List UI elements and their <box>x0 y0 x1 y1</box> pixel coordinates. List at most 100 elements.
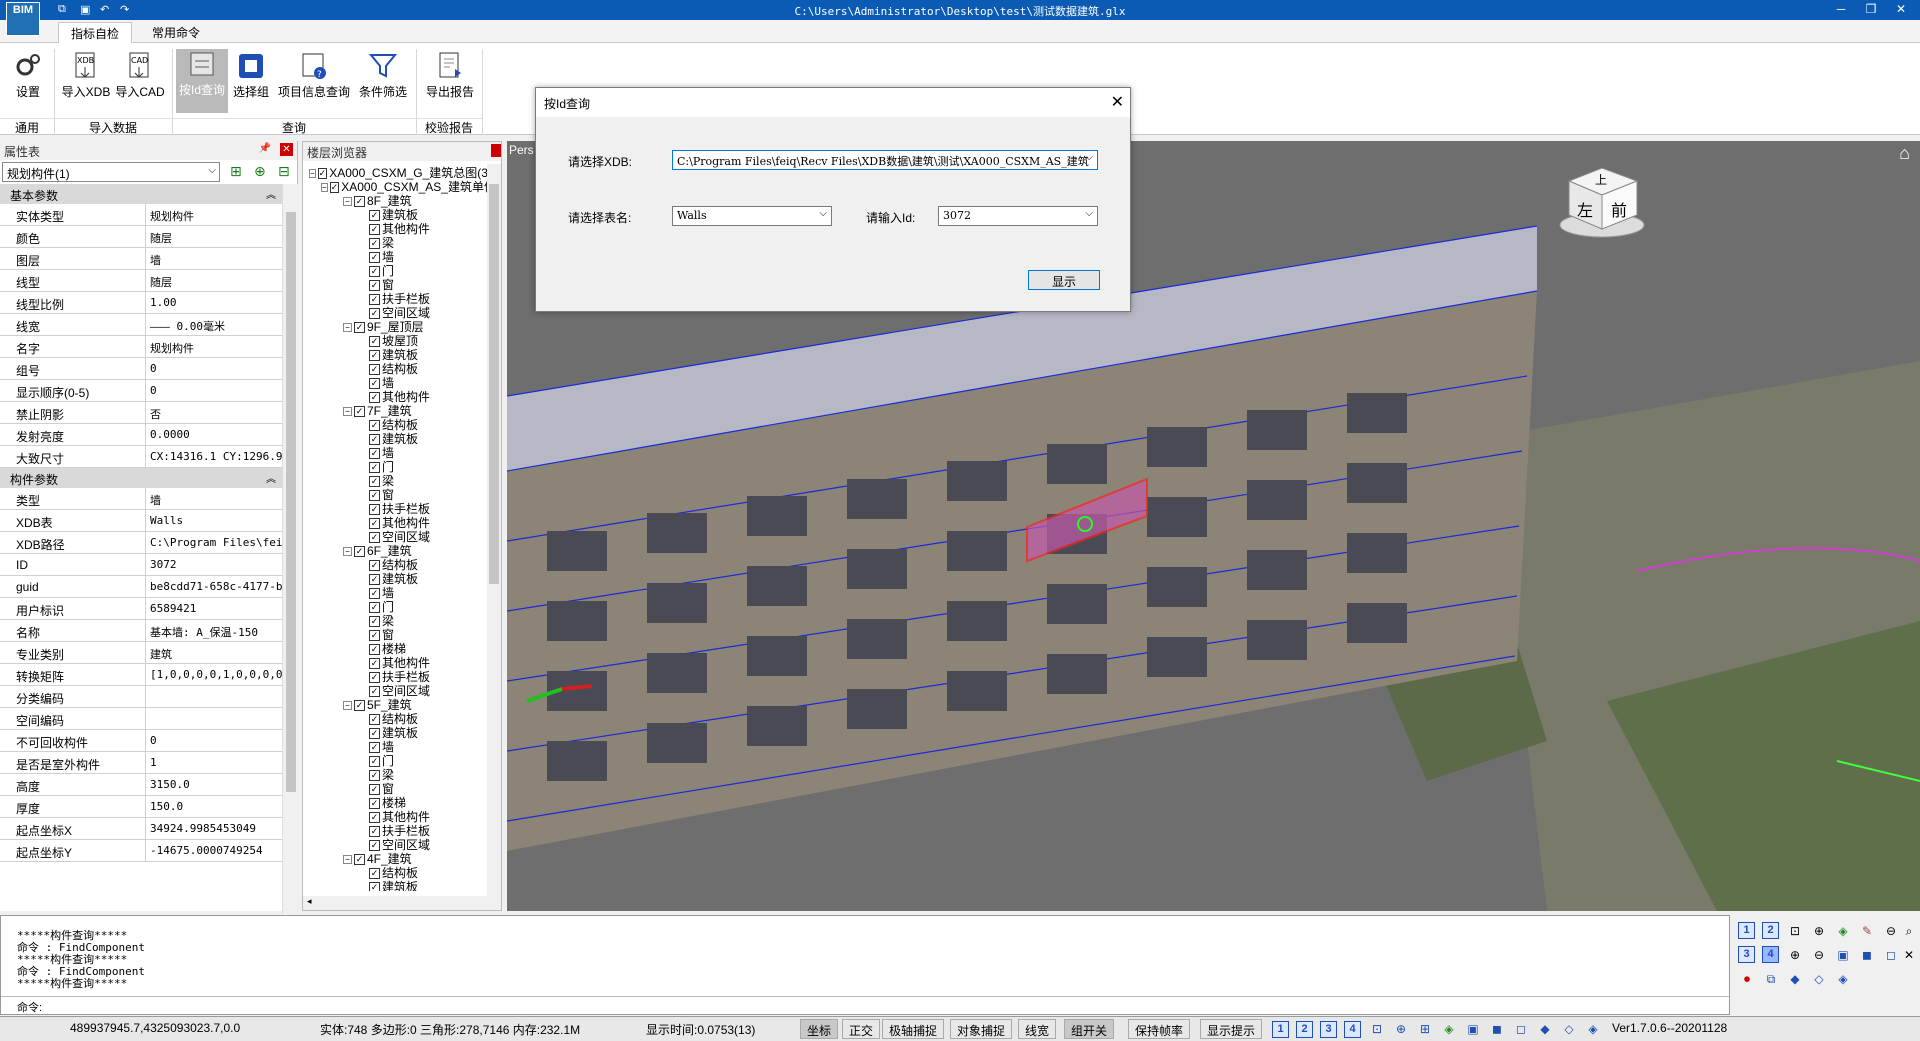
basic-params-header[interactable]: 基本参数 ︽ <box>0 184 282 204</box>
tree-node[interactable]: ✓ 楼梯 <box>307 642 487 656</box>
status-walk-icon[interactable]: ◈ <box>1440 1020 1458 1038</box>
node-checkbox[interactable]: ✓ <box>369 559 380 571</box>
select-all-icon[interactable]: ⊞ <box>230 163 242 180</box>
shade-icon[interactable]: ◆ <box>1786 970 1804 988</box>
wire-view-icon[interactable]: ◻ <box>1882 946 1900 964</box>
entity-selector[interactable]: 规划构件(1) ⌵ <box>2 162 220 182</box>
tree-node[interactable]: ✓ 窗 <box>307 628 487 642</box>
node-checkbox[interactable]: ✓ <box>369 671 380 683</box>
node-checkbox[interactable]: ✓ <box>369 391 380 403</box>
property-value[interactable]: 3150.0 <box>146 774 282 795</box>
toggle-ortho[interactable]: 正交 <box>842 1019 881 1039</box>
node-checkbox[interactable]: ✓ <box>369 741 380 753</box>
property-row[interactable]: 类型墙 <box>0 488 282 510</box>
property-value[interactable]: 否 <box>146 402 282 423</box>
node-checkbox[interactable]: ✓ <box>369 839 380 851</box>
toggle-polar-snap[interactable]: 极轴捕捉 <box>882 1019 945 1039</box>
node-checkbox[interactable]: ✓ <box>369 881 380 891</box>
zoom-out-icon[interactable]: ⊖ <box>1882 922 1900 940</box>
toggle-coordinates[interactable]: 坐标 <box>800 1019 839 1039</box>
property-row[interactable]: 分类编码 <box>0 686 282 708</box>
property-row[interactable]: 线型 随层 <box>0 270 282 292</box>
tree-node[interactable]: ✓ 建筑板 <box>307 348 487 362</box>
property-value[interactable] <box>146 708 282 729</box>
node-checkbox[interactable]: ✓ <box>369 447 380 459</box>
node-checkbox[interactable]: ✓ <box>369 601 380 613</box>
property-value[interactable]: 规划构件 <box>146 204 282 225</box>
scrollbar-thumb[interactable] <box>489 184 499 584</box>
node-checkbox[interactable]: ✓ <box>369 685 380 697</box>
toggle-show-tips[interactable]: 显示提示 <box>1200 1019 1263 1039</box>
node-checkbox[interactable]: ✓ <box>369 825 380 837</box>
status-view-4-icon[interactable]: 4 <box>1344 1021 1361 1038</box>
command-input[interactable]: 命令: <box>1 996 1729 1014</box>
render-icon[interactable]: ◇ <box>1810 970 1828 988</box>
close-panel-icon[interactable]: ✕ <box>280 143 293 156</box>
property-row[interactable]: 名字 规划构件 <box>0 336 282 358</box>
tree-node[interactable]: ✓ 梁 <box>307 768 487 782</box>
property-value[interactable] <box>146 686 282 707</box>
property-row[interactable]: 空间编码 <box>0 708 282 730</box>
zoom-in-icon[interactable]: ⊕ <box>1810 922 1828 940</box>
close-view-icon[interactable]: ✕ <box>1900 946 1918 964</box>
property-value[interactable]: 墙 <box>146 248 282 269</box>
collapse-toggle-icon[interactable]: − <box>343 546 352 556</box>
node-checkbox[interactable]: ✓ <box>369 867 380 879</box>
tree-node[interactable]: ✓ 扶手栏板 <box>307 502 487 516</box>
node-checkbox[interactable]: ✓ <box>369 755 380 767</box>
property-row[interactable]: 名称 基本墙: A_保温-150 <box>0 620 282 642</box>
node-checkbox[interactable]: ✓ <box>369 503 380 515</box>
node-checkbox[interactable]: ✓ <box>369 797 380 809</box>
property-value[interactable]: Walls <box>146 510 282 531</box>
settings-button[interactable]: 设置 <box>8 51 48 107</box>
tree-node[interactable]: ✓ 空间区域 <box>307 530 487 544</box>
property-value[interactable]: 0 <box>146 380 282 401</box>
node-checkbox[interactable]: ✓ <box>369 783 380 795</box>
node-checkbox[interactable]: ✓ <box>369 573 380 585</box>
tree-node[interactable]: ✓ 梁 <box>307 236 487 250</box>
tree-node[interactable]: ✓ 建筑板 <box>307 572 487 586</box>
collapse-toggle-icon[interactable]: − <box>343 406 352 416</box>
collapse-toggle-icon[interactable]: − <box>309 168 316 178</box>
property-value[interactable]: 0 <box>146 358 282 379</box>
tree-node[interactable]: ✓ 扶手栏板 <box>307 824 487 838</box>
tree-node[interactable]: ✓ 建筑板 <box>307 208 487 222</box>
property-row[interactable]: 高度 3150.0 <box>0 774 282 796</box>
node-checkbox[interactable]: ✓ <box>369 615 380 627</box>
export-report-button[interactable]: 导出报告 <box>422 51 478 107</box>
status-orbit-icon[interactable]: ⊞ <box>1416 1020 1434 1038</box>
tree-node[interactable]: ✓ 墙 <box>307 586 487 600</box>
tree-node[interactable]: ✓ 其他构件 <box>307 222 487 236</box>
toggle-object-snap[interactable]: 对象捕捉 <box>950 1019 1013 1039</box>
property-row[interactable]: 专业类别 建筑 <box>0 642 282 664</box>
property-row[interactable]: 大致尺寸CX:14316.1 CY:1296.9 CZ <box>0 446 282 468</box>
project-info-button[interactable]: ? 项目信息查询 <box>274 51 354 107</box>
quick-select-icon[interactable]: ⊕ <box>254 163 266 180</box>
node-checkbox[interactable]: ✓ <box>369 363 380 375</box>
collapse-toggle-icon[interactable]: − <box>343 322 352 332</box>
property-row[interactable]: 转换矩阵 [1,0,0,0,0,1,0,0,0,0, <box>0 664 282 686</box>
table-select[interactable]: Walls ⌵ <box>672 206 832 226</box>
tree-node[interactable]: ✓ 空间区域 <box>307 306 487 320</box>
node-checkbox[interactable]: ✓ <box>369 475 380 487</box>
property-row[interactable]: 起点坐标X 34924.9985453049 <box>0 818 282 840</box>
property-value[interactable]: 0 <box>146 730 282 751</box>
property-value[interactable]: 墙 <box>146 488 282 509</box>
node-checkbox[interactable]: ✓ <box>354 195 365 207</box>
property-value[interactable]: 规划构件 <box>146 336 282 357</box>
property-row[interactable]: 显示顺序(0-5) 0 <box>0 380 282 402</box>
property-value[interactable]: 150.0 <box>146 796 282 817</box>
tree-node[interactable]: ✓ 梁 <box>307 614 487 628</box>
status-view-2-icon[interactable]: 2 <box>1296 1021 1313 1038</box>
record-icon[interactable]: ⏺ <box>1738 970 1756 988</box>
property-row[interactable]: guid be8cdd71-658c-4177-bb <box>0 576 282 598</box>
view-1-icon[interactable]: 1 <box>1738 922 1755 939</box>
tree-node[interactable]: ✓ 窗 <box>307 278 487 292</box>
tree-node[interactable]: ✓ 结构板 <box>307 558 487 572</box>
node-checkbox[interactable]: ✓ <box>354 853 365 865</box>
property-value[interactable]: 3072 <box>146 554 282 575</box>
node-checkbox[interactable]: ✓ <box>369 335 380 347</box>
property-row[interactable]: 起点坐标Y -14675.0000749254 <box>0 840 282 862</box>
tree-node[interactable]: ✓ 其他构件 <box>307 656 487 670</box>
component-params-header[interactable]: 构件参数 ︽ <box>0 468 282 488</box>
